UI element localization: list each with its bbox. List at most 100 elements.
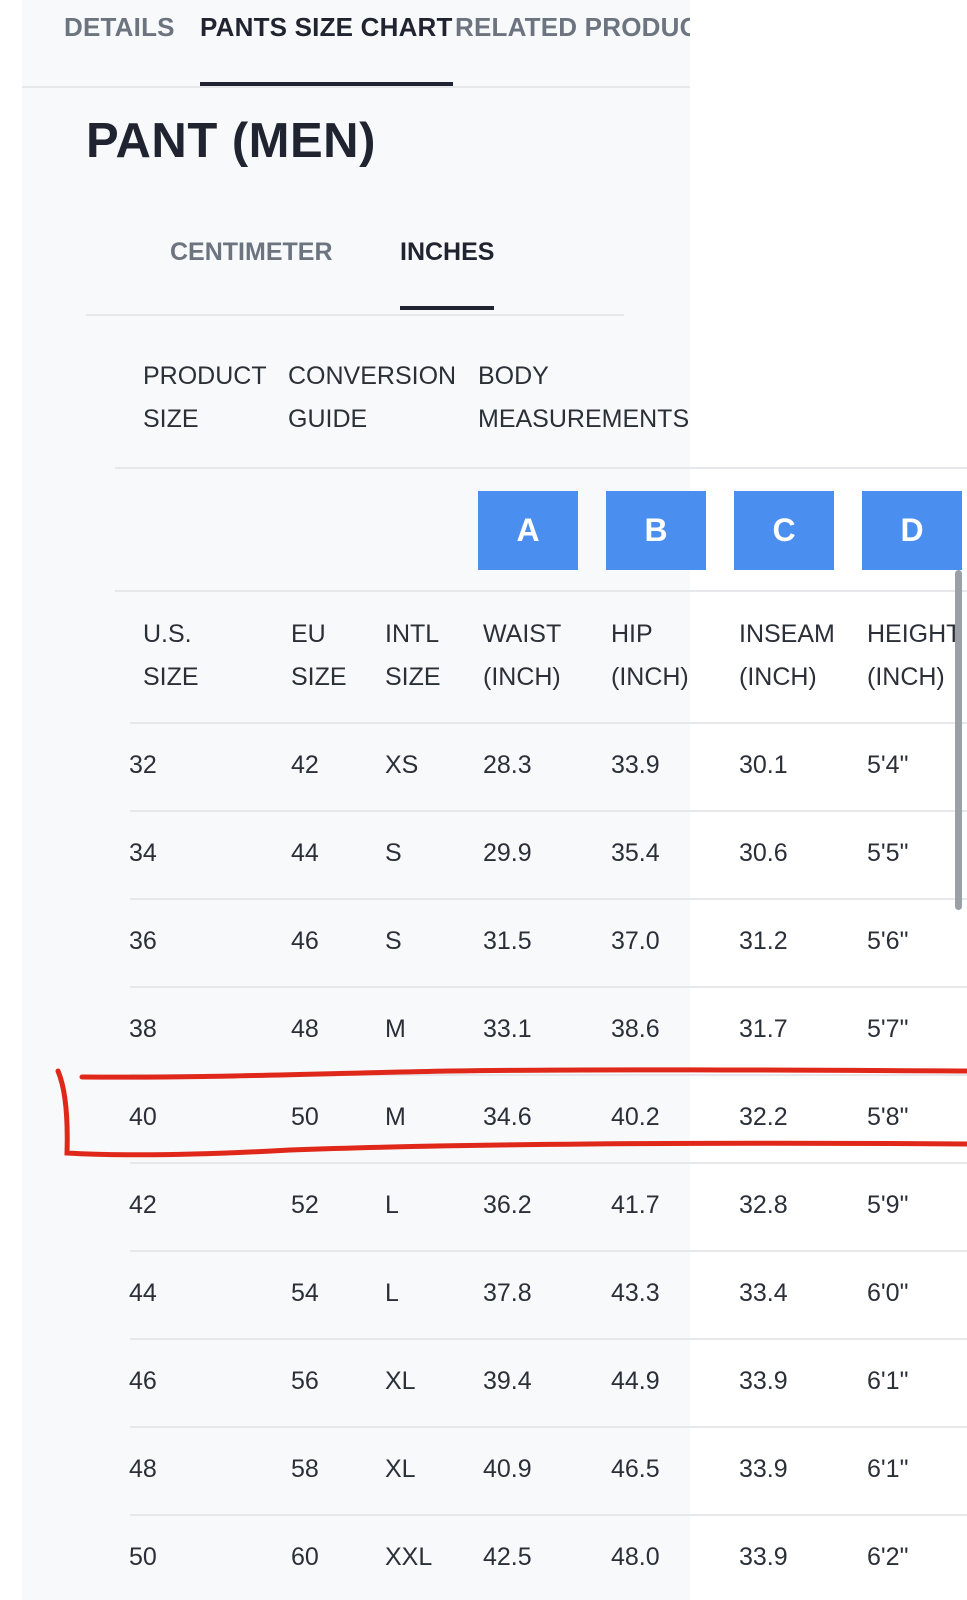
cell-inseam: 32.8 bbox=[739, 1191, 788, 1219]
cell-us-size: 50 bbox=[129, 1543, 157, 1571]
cell-eu-size: 44 bbox=[291, 839, 319, 867]
cell-hip: 44.9 bbox=[611, 1367, 660, 1395]
cell-intl-size: L bbox=[385, 1279, 399, 1307]
cell-hip: 43.3 bbox=[611, 1279, 660, 1307]
cell-waist: 40.9 bbox=[483, 1455, 532, 1483]
column-header-intl-size-line2: SIZE bbox=[385, 663, 441, 691]
column-header-us-size: U.S. SIZE bbox=[143, 613, 199, 699]
column-header-waist-line1: WAIST bbox=[483, 620, 562, 648]
cell-intl-size: L bbox=[385, 1191, 399, 1219]
column-header-waist-line2: (INCH) bbox=[483, 663, 561, 691]
column-header-divider bbox=[130, 722, 967, 724]
cell-us-size: 46 bbox=[129, 1367, 157, 1395]
cell-eu-size: 54 bbox=[291, 1279, 319, 1307]
cell-waist: 31.5 bbox=[483, 927, 532, 955]
cell-waist: 39.4 bbox=[483, 1367, 532, 1395]
cell-eu-size: 46 bbox=[291, 927, 319, 955]
column-header-us-size-line2: SIZE bbox=[143, 663, 199, 691]
cell-hip: 37.0 bbox=[611, 927, 660, 955]
cell-height: 5'9" bbox=[867, 1191, 909, 1219]
column-header-us-size-line1: U.S. bbox=[143, 620, 192, 648]
row-divider bbox=[130, 1426, 967, 1428]
cell-us-size: 44 bbox=[129, 1279, 157, 1307]
column-header-inseam-line2: (INCH) bbox=[739, 663, 817, 691]
header-divider bbox=[115, 467, 967, 469]
cell-intl-size: S bbox=[385, 927, 402, 955]
cell-hip: 48.0 bbox=[611, 1543, 660, 1571]
tab-inches-label: INCHES bbox=[400, 238, 495, 266]
cell-waist: 36.2 bbox=[483, 1191, 532, 1219]
tab-details[interactable]: DETAILS bbox=[64, 12, 175, 43]
tab-related-products[interactable]: RELATED PRODUCTS bbox=[455, 12, 690, 43]
cell-eu-size: 60 bbox=[291, 1543, 319, 1571]
cell-eu-size: 50 bbox=[291, 1103, 319, 1131]
cell-us-size: 32 bbox=[129, 751, 157, 779]
cell-height: 6'2" bbox=[867, 1543, 909, 1571]
column-header-hip-line1: HIP bbox=[611, 620, 653, 648]
product-size-header-line2: SIZE bbox=[143, 405, 199, 433]
cell-hip: 38.6 bbox=[611, 1015, 660, 1043]
cell-height: 5'8" bbox=[867, 1103, 909, 1131]
row-divider bbox=[130, 1250, 967, 1252]
cell-intl-size: XL bbox=[385, 1367, 416, 1395]
cell-height: 5'4" bbox=[867, 751, 909, 779]
row-divider bbox=[130, 898, 967, 900]
tab-centimeter[interactable]: CENTIMETER bbox=[170, 238, 333, 267]
cell-us-size: 34 bbox=[129, 839, 157, 867]
cell-height: 6'0" bbox=[867, 1279, 909, 1307]
cell-height: 5'7" bbox=[867, 1015, 909, 1043]
cell-inseam: 33.4 bbox=[739, 1279, 788, 1307]
cell-intl-size: M bbox=[385, 1103, 406, 1131]
cell-waist: 34.6 bbox=[483, 1103, 532, 1131]
column-header-eu-size: EU SIZE bbox=[291, 613, 347, 699]
row-divider bbox=[130, 810, 967, 812]
cell-waist: 42.5 bbox=[483, 1543, 532, 1571]
badge-a: A bbox=[478, 491, 578, 570]
cell-inseam: 30.1 bbox=[739, 751, 788, 779]
column-header-intl-size: INTL SIZE bbox=[385, 613, 441, 699]
badge-c: C bbox=[734, 491, 834, 570]
cell-inseam: 30.6 bbox=[739, 839, 788, 867]
cell-hip: 41.7 bbox=[611, 1191, 660, 1219]
table-scrollbar[interactable] bbox=[955, 570, 962, 910]
cell-height: 6'1" bbox=[867, 1455, 909, 1483]
cell-height: 5'6" bbox=[867, 927, 909, 955]
unit-tab-underline bbox=[400, 306, 495, 310]
tab-inches[interactable]: INCHES bbox=[400, 238, 495, 310]
cell-inseam: 32.2 bbox=[739, 1103, 788, 1131]
tab-centimeter-label: CENTIMETER bbox=[170, 238, 333, 266]
cell-hip: 46.5 bbox=[611, 1455, 660, 1483]
cell-inseam: 31.7 bbox=[739, 1015, 788, 1043]
badge-d: D bbox=[862, 491, 962, 570]
tab-pants-size-chart[interactable]: PANTS SIZE CHART bbox=[200, 12, 453, 86]
cell-eu-size: 52 bbox=[291, 1191, 319, 1219]
cell-inseam: 33.9 bbox=[739, 1455, 788, 1483]
active-tab-underline bbox=[200, 82, 453, 86]
body-measurements-header-line2: MEASUREMENTS bbox=[478, 405, 690, 433]
column-header-hip: HIP (INCH) bbox=[611, 613, 689, 699]
column-header-height: HEIGHT (INCH) bbox=[867, 613, 961, 699]
cell-intl-size: M bbox=[385, 1015, 406, 1043]
tab-pants-size-chart-label: PANTS SIZE CHART bbox=[200, 12, 453, 42]
row-divider bbox=[130, 1514, 967, 1516]
column-header-hip-line2: (INCH) bbox=[611, 663, 689, 691]
column-header-height-line1: HEIGHT bbox=[867, 620, 962, 648]
column-header-eu-size-line1: EU bbox=[291, 620, 326, 648]
product-size-header: PRODUCT SIZE bbox=[143, 355, 267, 441]
column-header-inseam-line1: INSEAM bbox=[739, 620, 835, 648]
tab-related-products-label: RELATED PRODUCTS bbox=[455, 12, 690, 42]
page-title: PANT (MEN) bbox=[86, 114, 376, 168]
column-header-waist: WAIST (INCH) bbox=[483, 613, 561, 699]
badge-b: B bbox=[606, 491, 706, 570]
cell-eu-size: 48 bbox=[291, 1015, 319, 1043]
product-size-header-line1: PRODUCT bbox=[143, 362, 267, 390]
unit-tabs: CENTIMETER INCHES bbox=[86, 230, 624, 316]
row-divider bbox=[130, 1162, 967, 1164]
cell-us-size: 36 bbox=[129, 927, 157, 955]
cell-hip: 33.9 bbox=[611, 751, 660, 779]
cell-us-size: 38 bbox=[129, 1015, 157, 1043]
cell-hip: 40.2 bbox=[611, 1103, 660, 1131]
cell-intl-size: XL bbox=[385, 1455, 416, 1483]
cell-eu-size: 58 bbox=[291, 1455, 319, 1483]
column-header-inseam: INSEAM (INCH) bbox=[739, 613, 835, 699]
